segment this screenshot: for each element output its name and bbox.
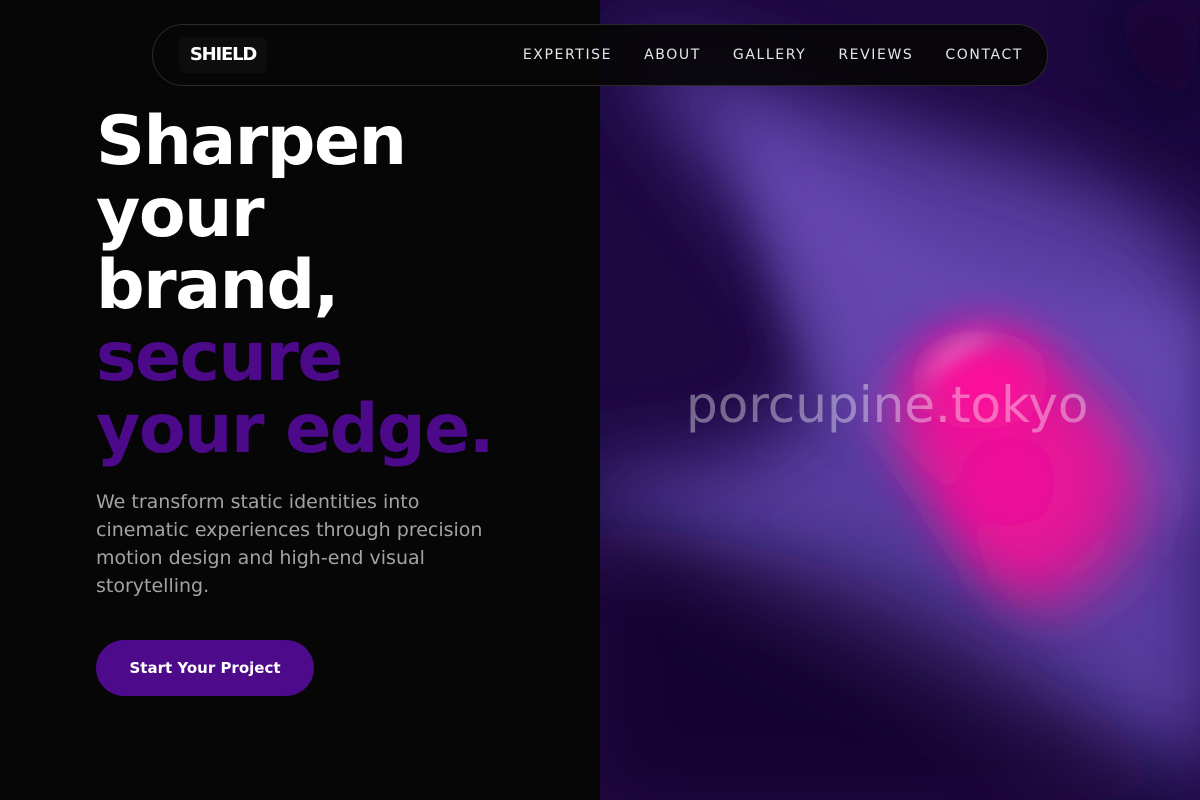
headline-line: Sharpen [96, 102, 407, 181]
hero-description: We transform static identities into cine… [96, 491, 483, 597]
nav-link-about[interactable]: ABOUT [644, 47, 701, 63]
top-navigation: SHIELD EXPERTISE ABOUT GALLERY REVIEWS C… [152, 24, 1048, 86]
nav-link-expertise[interactable]: EXPERTISE [523, 47, 612, 63]
nav-link-reviews[interactable]: REVIEWS [838, 47, 913, 63]
nav-link-gallery[interactable]: GALLERY [733, 47, 806, 63]
headline-line: your [96, 174, 265, 253]
nav-links: EXPERTISE ABOUT GALLERY REVIEWS CONTACT [491, 25, 1023, 85]
watermark-text: porcupine.tokyo [686, 376, 1089, 434]
headline-accent-line: your edge. [96, 390, 495, 469]
headline-accent-line: secure [96, 318, 343, 397]
nav-link-contact[interactable]: CONTACT [945, 47, 1023, 63]
hero-headline: Sharpen your brand, secure your edge. [96, 106, 576, 466]
headline-line: brand, [96, 246, 340, 325]
start-project-button[interactable]: Start Your Project [96, 640, 314, 696]
brand-logo[interactable]: SHIELD [179, 37, 267, 73]
